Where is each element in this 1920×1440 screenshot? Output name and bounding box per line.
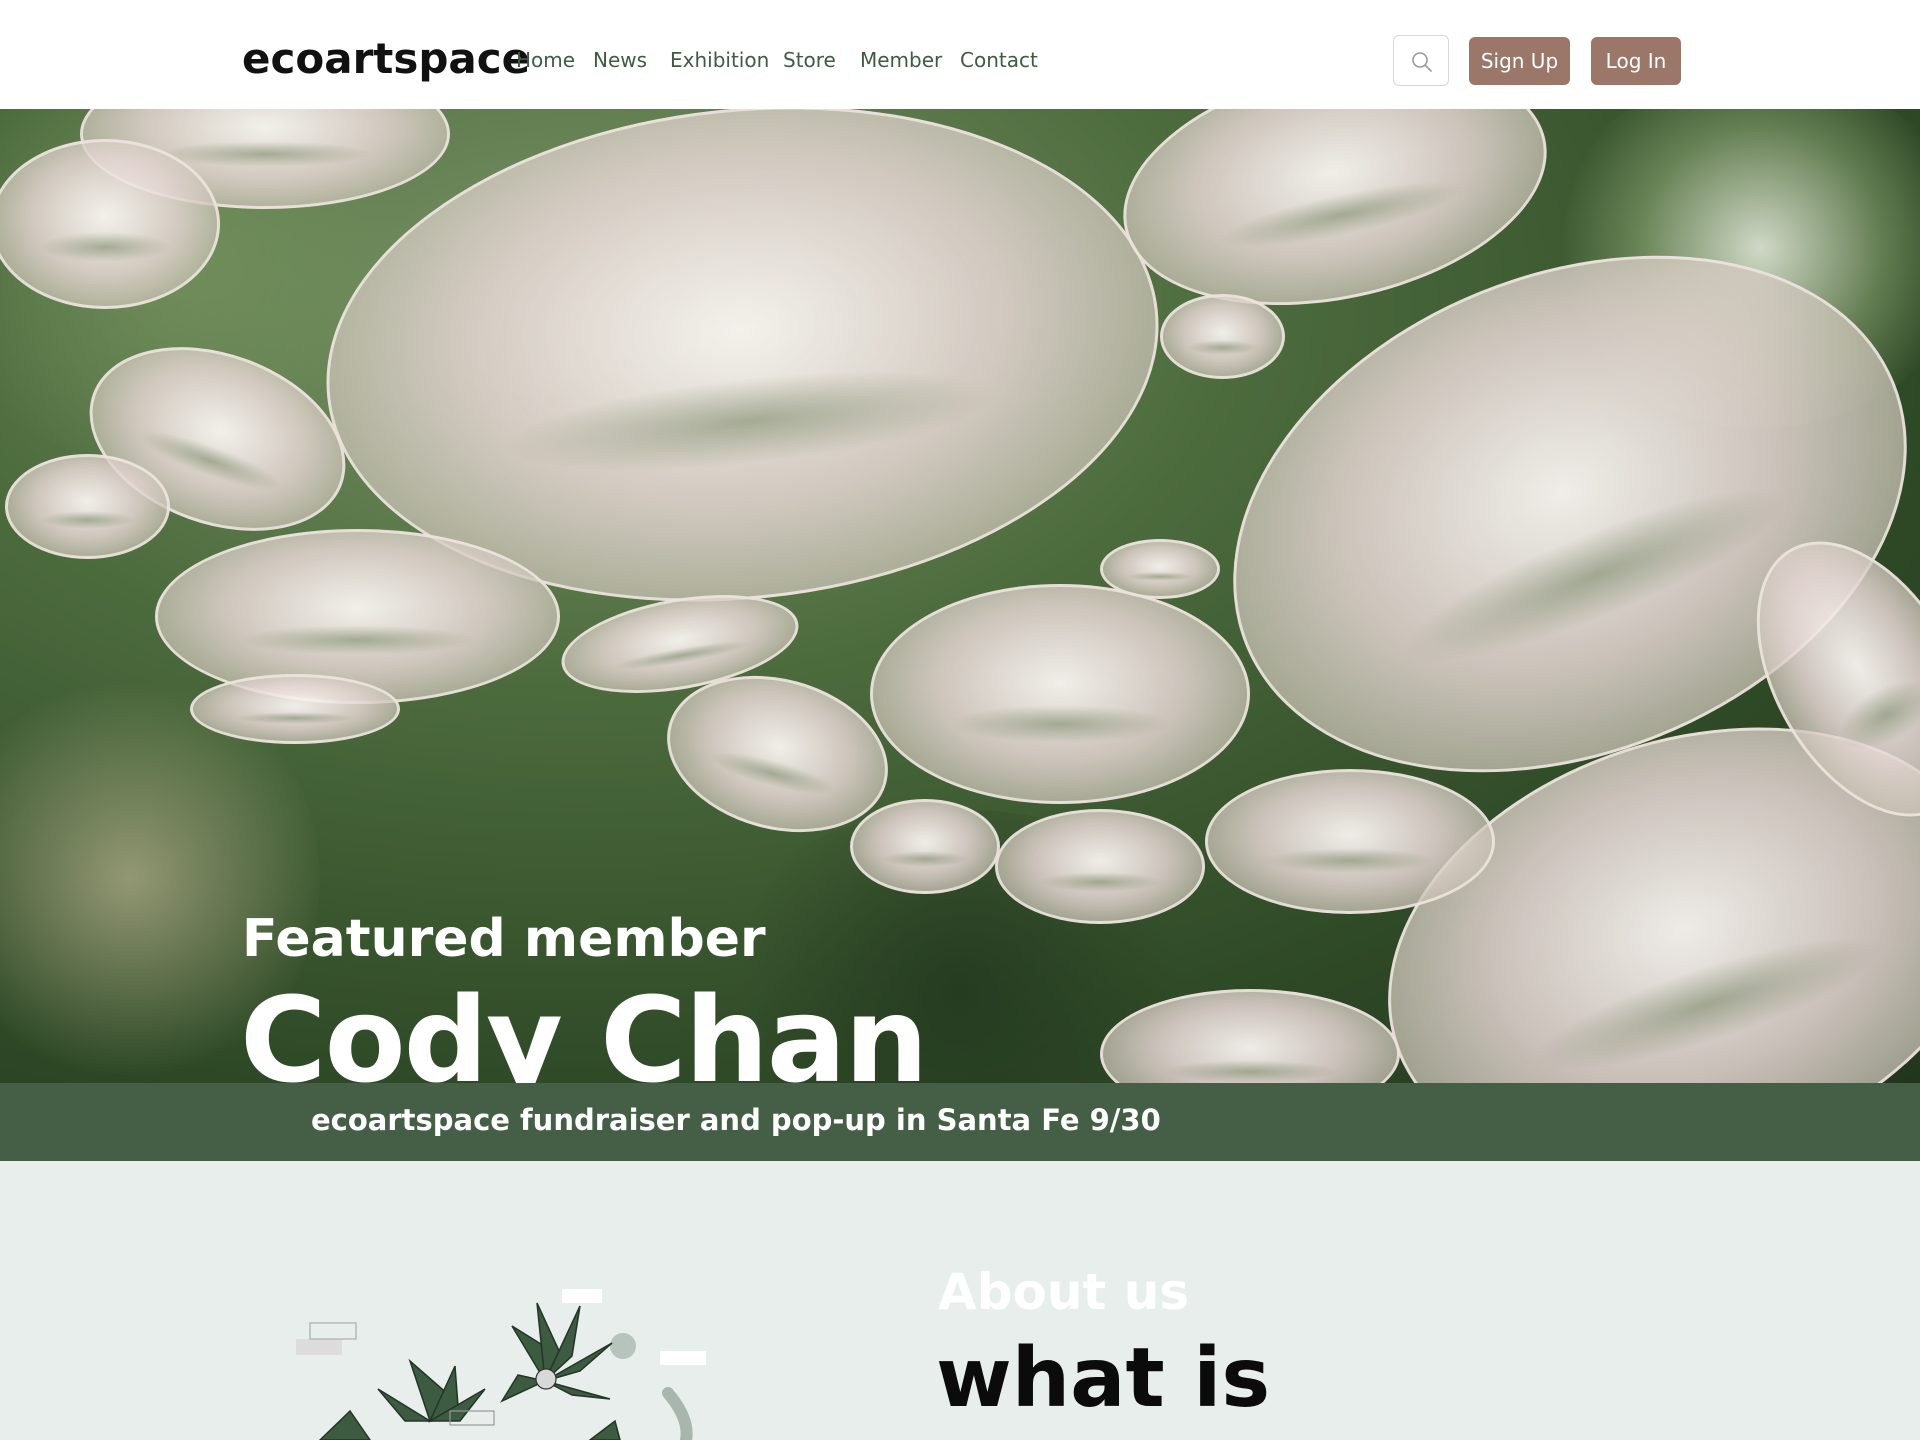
featured-member-label: Featured member xyxy=(242,909,766,969)
lens-disc xyxy=(870,584,1250,804)
nav-item-member[interactable]: Member xyxy=(860,48,942,72)
hero-banner[interactable]: Featured member Cody Chan xyxy=(0,109,1920,1083)
site-logo[interactable]: ecoartspace xyxy=(242,34,530,83)
lens-disc xyxy=(995,809,1205,924)
nav-item-news[interactable]: News xyxy=(593,48,647,72)
lens-disc xyxy=(1100,539,1220,599)
search-icon xyxy=(1412,52,1432,72)
featured-member-name[interactable]: Cody Chan xyxy=(240,971,928,1083)
lens-disc xyxy=(850,799,1000,894)
about-heading: what is xyxy=(936,1331,1271,1426)
lens-disc xyxy=(1205,769,1495,914)
plant-illustration xyxy=(296,1289,706,1440)
sign-up-button[interactable]: Sign Up xyxy=(1469,37,1570,85)
site-header: ecoartspace Home News Exhibition Store M… xyxy=(0,0,1920,109)
nav-item-store[interactable]: Store xyxy=(783,48,836,72)
nav-item-home[interactable]: Home xyxy=(516,48,575,72)
about-kicker: About us xyxy=(938,1263,1190,1321)
log-in-button[interactable]: Log In xyxy=(1591,37,1681,85)
lens-disc xyxy=(0,139,220,309)
search-button[interactable] xyxy=(1393,35,1449,86)
announcement-banner[interactable]: ecoartspace fundraiser and pop-up in San… xyxy=(0,1083,1920,1161)
lens-disc xyxy=(5,454,170,559)
about-section: About us what is xyxy=(0,1161,1920,1440)
lens-disc xyxy=(1160,294,1285,379)
nav-item-exhibition[interactable]: Exhibition xyxy=(670,48,769,72)
nav-item-contact[interactable]: Contact xyxy=(960,48,1038,72)
lens-disc xyxy=(155,529,560,704)
lens-disc xyxy=(190,674,400,744)
announcement-text[interactable]: ecoartspace fundraiser and pop-up in San… xyxy=(311,1103,1161,1137)
